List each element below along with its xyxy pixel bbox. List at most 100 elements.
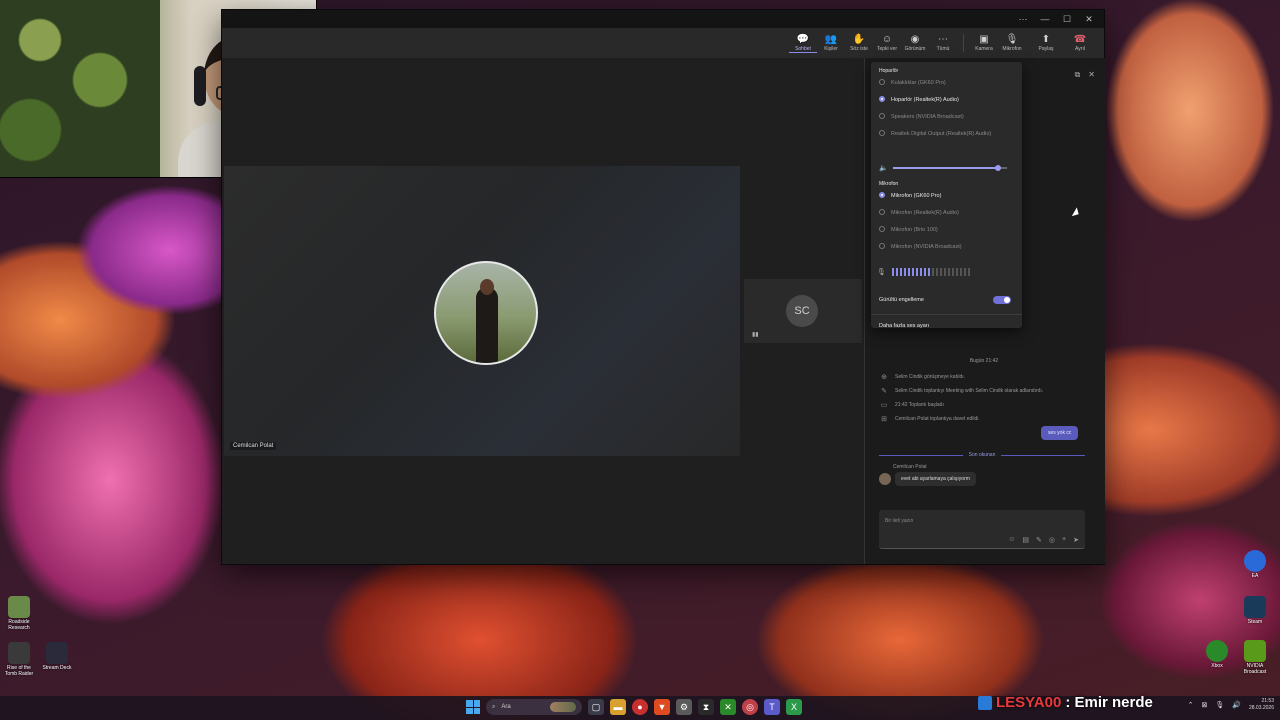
mic-icon: 🎙: [1005, 34, 1019, 45]
close-chat-icon[interactable]: ✕: [1088, 70, 1095, 80]
avatar: [879, 473, 891, 485]
start-button[interactable]: [466, 700, 480, 714]
meeting-stage: Cemilcan Polat SC ▮▮: [222, 58, 864, 564]
more-options-icon[interactable]: ⋯: [1014, 14, 1032, 25]
mic-level-bar: [919, 268, 922, 276]
desktop-icon-tomb-raider[interactable]: Rise of the Tomb Raider: [2, 642, 36, 677]
volume-slider[interactable]: [892, 165, 1007, 171]
mic-option[interactable]: Mikrofon (Realtek(R) Audio): [879, 208, 1009, 218]
minimize-button[interactable]: —: [1036, 14, 1054, 24]
chat-composer[interactable]: Bir ileti yazın ☺ ▤ ✎ ◎ + ➤: [879, 510, 1085, 549]
raise-hand-icon: ✋: [852, 34, 866, 45]
mic-level-bar: [943, 268, 946, 276]
loop-icon[interactable]: ◎: [1049, 536, 1055, 544]
teams-icon[interactable]: T: [764, 699, 780, 715]
speaker-option[interactable]: Hoparlör (Realtek(R) Audio): [879, 95, 1009, 105]
capcut-icon[interactable]: ⧗: [698, 699, 714, 715]
network-icon[interactable]: ⊠: [1201, 701, 1207, 709]
leave-button[interactable]: ☎ Ayrıl: [1066, 34, 1094, 52]
volume-slider-handle[interactable]: [994, 165, 1001, 171]
chevron-up-icon[interactable]: ⌃: [1188, 701, 1194, 709]
chrome-icon[interactable]: ◎: [742, 699, 758, 715]
brave-browser-icon[interactable]: ▼: [654, 699, 670, 715]
media-player-icon[interactable]: ●: [632, 699, 648, 715]
mic-level-bar: [903, 268, 906, 276]
radio-icon: [879, 192, 885, 198]
people-button[interactable]: 👥 Kişiler: [817, 34, 845, 52]
maximize-button[interactable]: ☐: [1058, 14, 1076, 25]
file-explorer-icon[interactable]: ▬: [610, 699, 626, 715]
attach-icon[interactable]: ✎: [1036, 536, 1042, 544]
participant-initials-avatar: SC: [786, 295, 818, 327]
xbox-icon[interactable]: ✕: [720, 699, 736, 715]
my-chat-message[interactable]: ses yok cc: [1041, 426, 1079, 440]
share-icon: ⬆: [1041, 34, 1051, 45]
share-button[interactable]: ⬆ Paylaş: [1032, 34, 1060, 52]
gif-icon[interactable]: ▤: [1022, 536, 1029, 544]
mic-level-bar: [891, 268, 894, 276]
speaker-option[interactable]: Kulaklıklar (GK60 Pro): [879, 78, 1009, 88]
toolbar-divider: [963, 34, 964, 52]
settings-icon[interactable]: ⚙: [676, 699, 692, 715]
more-button[interactable]: ⋯ Tümü: [929, 34, 957, 52]
people-icon: 👥: [824, 34, 838, 45]
desktop-icon-xbox[interactable]: Xbox: [1200, 640, 1234, 669]
mic-option[interactable]: Mikrofon (Brio 100): [879, 225, 1009, 235]
main-participant-tile[interactable]: Cemilcan Polat: [224, 166, 740, 456]
speaker-option[interactable]: Realtek Digital Output (Realtek(R) Audio…: [879, 129, 1009, 139]
view-button[interactable]: ◉ Görünüm: [901, 34, 929, 52]
excel-icon[interactable]: X: [786, 699, 802, 715]
mic-option[interactable]: Mikrofon (GK60 Pro): [879, 191, 1009, 201]
speaker-option[interactable]: Speakers (NVIDIA Broadcast): [879, 112, 1009, 122]
mic-option[interactable]: Mikrofon (NVIDIA Broadcast): [879, 242, 1009, 252]
invite-icon: ⊞: [881, 416, 887, 423]
chat-log-row: ⊕ Selim Cindik görüşmeye katıldı.: [879, 370, 1089, 384]
mic-level-bar: [947, 268, 950, 276]
react-button[interactable]: ☺ Tepki ver: [873, 34, 901, 52]
close-button[interactable]: ✕: [1080, 14, 1098, 25]
video-icon: ▭: [880, 402, 888, 409]
desktop-icon-steam[interactable]: Steam: [1238, 596, 1272, 625]
speaker-section-title: Hoparlör: [879, 68, 899, 74]
mic-level-bar: [895, 268, 898, 276]
pencil-icon: ✎: [881, 388, 887, 395]
popout-icon[interactable]: ⧉: [1075, 70, 1081, 80]
side-participant-tile[interactable]: SC ▮▮: [744, 279, 862, 343]
mic-level-bar: [899, 268, 902, 276]
mic-icon: 🎙: [877, 269, 886, 276]
camera-button[interactable]: ▣ Kamera: [970, 34, 998, 52]
send-icon[interactable]: ➤: [1073, 536, 1079, 544]
message-input[interactable]: Bir ileti yazın: [885, 518, 913, 524]
incoming-chat-message[interactable]: Cemilcan Polat evet abi ayarlamaya çalış…: [879, 464, 976, 486]
noise-suppression-toggle[interactable]: [993, 296, 1011, 304]
taskbar-search[interactable]: ⌕ Ara: [486, 699, 582, 715]
more-audio-settings-link[interactable]: Daha fazla ses ayarı: [879, 323, 929, 329]
emoji-icon[interactable]: ☺: [1008, 536, 1015, 544]
desktop-icon-nvidia-broadcast[interactable]: NVIDIA Broadcast: [1238, 640, 1272, 675]
chat-button[interactable]: 💬 Sohbet: [789, 34, 817, 53]
radio-icon: [879, 209, 885, 215]
mic-level-bar: [959, 268, 962, 276]
plus-icon[interactable]: +: [1062, 536, 1066, 544]
mic-tray-icon[interactable]: 🎙: [1215, 701, 1224, 709]
desktop-icon-roadside-research[interactable]: Roadside Research: [2, 596, 36, 631]
leave-icon: ☎: [1073, 34, 1087, 45]
microphone-button[interactable]: 🎙 Mikrofon: [998, 34, 1026, 52]
composer-tools: ☺ ▤ ✎ ◎ + ➤: [1008, 536, 1079, 544]
radio-icon: [879, 113, 885, 119]
desktop-icon-ea[interactable]: EA: [1238, 550, 1272, 579]
desktop-icon-stream-deck[interactable]: Stream Deck: [40, 642, 74, 671]
reaction-icon: ☺: [881, 34, 893, 45]
speaker-icon: 🔈: [879, 165, 888, 172]
meeting-toolbar: 💬 Sohbet 👥 Kişiler ✋ Söz iste ☺ Tepki ve…: [222, 28, 1104, 59]
mic-level-bar: [931, 268, 934, 276]
volume-tray-icon[interactable]: 🔊: [1232, 701, 1241, 709]
chat-log-row: ✎ Selim Cindik toplantıyı Meeting with S…: [879, 384, 1089, 398]
taskbar-clock[interactable]: 21:53 28.03.2026: [1249, 698, 1274, 712]
chat-panel-header-icons: ⧉ ✕: [1075, 70, 1095, 80]
raise-hand-button[interactable]: ✋ Söz iste: [845, 34, 873, 52]
mic-level-bar: [951, 268, 954, 276]
task-view-icon[interactable]: ▢: [588, 699, 604, 715]
headset-icon: [194, 66, 206, 106]
speaker-volume-row: 🔈: [879, 164, 1007, 172]
